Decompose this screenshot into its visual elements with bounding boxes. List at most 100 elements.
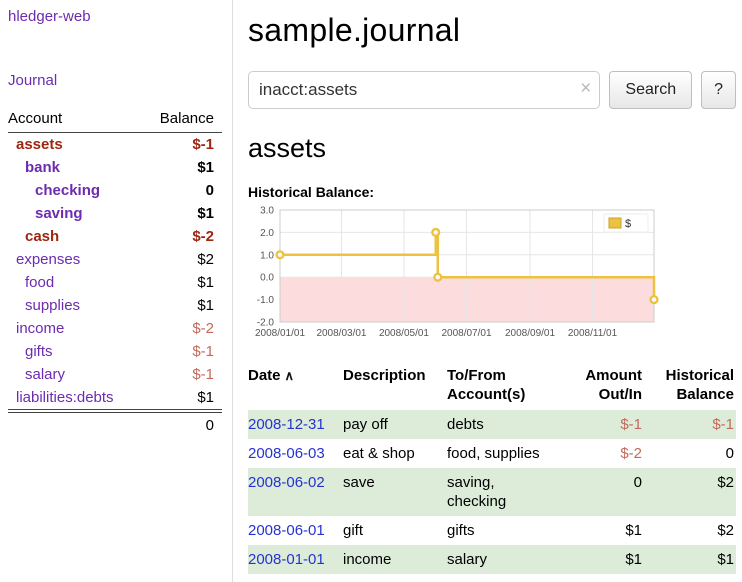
sidebar: hledger-web Journal Account Balance asse…	[0, 0, 233, 582]
svg-text:-1.0: -1.0	[257, 295, 275, 306]
register-accounts: salary	[447, 545, 562, 574]
accounts-header-balance: Balance	[143, 110, 222, 133]
search-button[interactable]: Search	[609, 71, 692, 109]
register-header-balance: Historical Balance	[644, 364, 736, 410]
accounts-header-account: Account	[8, 110, 143, 133]
register-header-amount: Amount Out/In	[562, 364, 644, 410]
accounts-table-body: assets$-1bank$1checking0saving$1cash$-2e…	[8, 133, 222, 412]
register-description: save	[343, 468, 447, 516]
register-header-date[interactable]: Date∧	[248, 364, 343, 410]
svg-text:2.0: 2.0	[260, 228, 274, 239]
register-date-link[interactable]: 2008-06-01	[248, 522, 325, 539]
register-accounts: food, supplies	[447, 439, 562, 468]
account-row: checking 0	[8, 179, 222, 202]
register-accounts: gifts	[447, 516, 562, 545]
account-balance: $1	[143, 294, 222, 317]
account-balance: 0	[143, 179, 222, 202]
register-balance: 0	[644, 439, 736, 468]
account-link-income[interactable]: income	[16, 320, 64, 337]
account-row: expenses $2	[8, 248, 222, 271]
account-row: income$-2	[8, 317, 222, 340]
account-balance: $-2	[143, 225, 222, 248]
account-link-food[interactable]: food	[25, 274, 54, 291]
svg-text:1.0: 1.0	[260, 250, 274, 261]
account-row: food $1	[8, 271, 222, 294]
account-link-gifts[interactable]: gifts	[25, 343, 53, 360]
chart-legend: $	[604, 214, 648, 232]
svg-text:2008/01/01: 2008/01/01	[255, 328, 305, 339]
register-date-link[interactable]: 2008-12-31	[248, 416, 325, 433]
account-link-checking[interactable]: checking	[35, 182, 100, 199]
register-balance: $2	[644, 468, 736, 516]
search-input-wrapper: ×	[248, 71, 600, 109]
account-balance: $-1	[143, 340, 222, 363]
register-header-description: Description	[343, 364, 447, 410]
app-title-link[interactable]: hledger-web	[8, 8, 91, 25]
register-date-link[interactable]: 2008-01-01	[248, 551, 325, 568]
help-button[interactable]: ?	[701, 71, 736, 109]
account-link-supplies[interactable]: supplies	[25, 297, 80, 314]
balance-chart: 3.02.01.00.0-1.0-2.02008/01/012008/03/01…	[248, 204, 662, 350]
account-row: salary $-1	[8, 363, 222, 386]
data-point-marker	[277, 251, 284, 258]
account-balance: $2	[143, 248, 222, 271]
register-table-body: 2008-12-31pay offdebts$-1$-1 2008-06-03 ea…	[248, 410, 736, 574]
accounts-table: Account Balance assets $-1 bank $1 checking 0…	[8, 110, 222, 437]
register-row: 2008-12-31pay offdebts$-1$-1	[248, 410, 736, 439]
svg-text:2008/05/01: 2008/05/01	[379, 328, 429, 339]
sort-ascending-icon: ∧	[285, 368, 295, 383]
register-header-accounts: To/From Account(s)	[447, 364, 562, 410]
register-description: eat & shop	[343, 439, 447, 468]
register-balance: $-1	[644, 410, 736, 439]
svg-text:2008/09/01: 2008/09/01	[505, 328, 555, 339]
register-date-link[interactable]: 2008-06-03	[248, 445, 325, 462]
account-balance: $1	[143, 271, 222, 294]
account-row: gifts $-1	[8, 340, 222, 363]
account-link-bank[interactable]: bank	[25, 159, 60, 176]
account-row: cash $-2	[8, 225, 222, 248]
balance-chart-container: 3.02.01.00.0-1.0-2.02008/01/012008/03/01…	[248, 204, 662, 350]
register-row: 2008-06-01giftgifts$1$2	[248, 516, 736, 545]
register-balance: $1	[644, 545, 736, 574]
account-balance: $-1	[143, 363, 222, 386]
accounts-total-balance: 0	[143, 411, 222, 437]
account-link-liabilities-debts[interactable]: liabilities:debts	[16, 389, 114, 406]
sidebar-item-journal[interactable]: Journal	[8, 72, 57, 89]
register-accounts: debts	[447, 410, 562, 439]
svg-text:0.0: 0.0	[260, 273, 274, 284]
register-accounts: saving, checking	[447, 468, 562, 516]
search-bar: × Search ?	[248, 71, 736, 109]
account-link-cash[interactable]: cash	[25, 228, 59, 245]
account-row: liabilities:debts $1	[8, 386, 222, 411]
register-amount: $-2	[562, 439, 644, 468]
register-description: income	[343, 545, 447, 574]
svg-text:3.0: 3.0	[260, 206, 274, 217]
data-point-marker	[434, 274, 441, 281]
hledger-web-app: hledger-web Journal Account Balance asse…	[0, 0, 742, 582]
account-row: saving $1	[8, 202, 222, 225]
account-link-assets[interactable]: assets	[16, 136, 63, 153]
account-row: bank $1	[8, 156, 222, 179]
register-row: 2008-06-03 eat & shopfood, supplies$-20	[248, 439, 736, 468]
account-balance: $1	[143, 386, 222, 411]
svg-text:2008/11/01: 2008/11/01	[568, 328, 618, 339]
account-row: assets $-1	[8, 133, 222, 157]
clear-search-icon[interactable]: ×	[580, 79, 591, 99]
svg-text:2008/07/01: 2008/07/01	[441, 328, 491, 339]
chart-title: Historical Balance:	[248, 184, 736, 200]
account-balance: $-1	[143, 133, 222, 157]
account-link-expenses[interactable]: expenses	[16, 251, 80, 268]
search-input[interactable]	[248, 71, 600, 109]
data-point-marker	[432, 229, 439, 236]
register-row: 2008-01-01incomesalary$1$1	[248, 545, 736, 574]
register-amount: $1	[562, 516, 644, 545]
account-link-salary[interactable]: salary	[25, 366, 65, 383]
register-date-link[interactable]: 2008-06-02	[248, 474, 325, 491]
account-link-saving[interactable]: saving	[35, 205, 83, 222]
accounts-total-row: 0	[8, 411, 222, 437]
data-point-marker	[651, 296, 658, 303]
svg-text:$: $	[625, 218, 631, 230]
account-balance: $1	[143, 156, 222, 179]
register-amount: $-1	[562, 410, 644, 439]
account-balance: $1	[143, 202, 222, 225]
